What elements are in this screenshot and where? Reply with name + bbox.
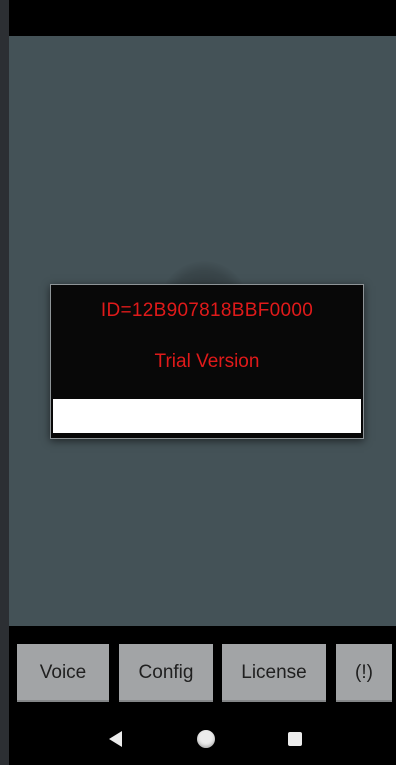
home-icon[interactable] <box>197 730 215 748</box>
back-icon[interactable] <box>109 731 122 747</box>
recent-apps-icon[interactable] <box>288 732 302 746</box>
navigation-bar <box>9 710 396 765</box>
left-edge <box>0 0 9 765</box>
bottom-button-bar: Voice Config License (!) <box>9 626 396 710</box>
screen: ID=12B907818BBF0000 Trial Version Voice … <box>0 0 396 765</box>
dialog-input-bar[interactable] <box>53 399 361 433</box>
device-id-text: ID=12B907818BBF0000 <box>100 300 314 321</box>
config-button[interactable]: Config <box>119 644 213 702</box>
trial-version-text: Trial Version <box>154 351 260 372</box>
warning-button[interactable]: (!) <box>336 644 392 702</box>
license-button[interactable]: License <box>222 644 326 702</box>
license-dialog: ID=12B907818BBF0000 Trial Version <box>50 284 364 439</box>
status-bar <box>9 0 396 36</box>
voice-button[interactable]: Voice <box>17 644 109 702</box>
